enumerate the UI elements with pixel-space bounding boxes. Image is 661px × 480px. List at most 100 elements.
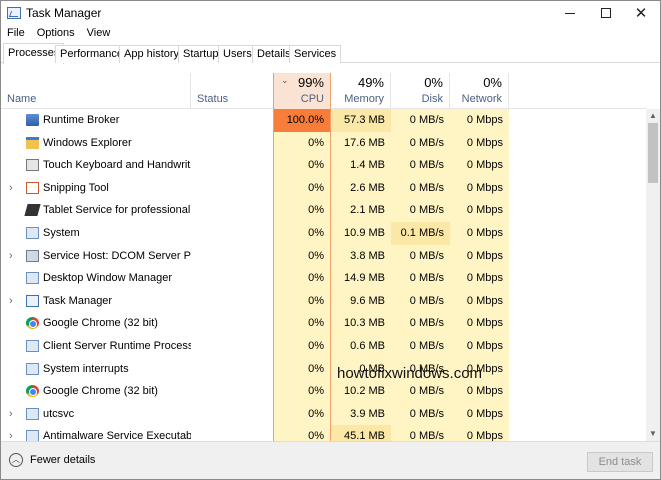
watermark: howtofixwindows.com [337,365,483,382]
fewer-details-label: Fewer details [30,454,96,466]
network-cell: 0 Mbps [450,267,509,290]
network-cell: 0 Mbps [450,244,509,268]
expand-chevron-icon[interactable]: › [9,403,13,425]
column-network[interactable]: 0% Network [450,73,509,109]
footer-bar: ︿ Fewer details End task [1,441,660,479]
end-task-button[interactable]: End task [587,452,653,472]
process-row[interactable]: System interrupts 0% 0 MB 0 MB/s 0 Mbps [1,357,646,381]
process-name: Snipping Tool [43,181,109,194]
process-row[interactable]: Tablet Service for professional d... 0% … [1,199,646,222]
cpu-cell: 0% [273,131,331,155]
scrollbar-thumb[interactable] [648,123,658,183]
process-row[interactable]: Google Chrome (32 bit) 0% 10.3 MB 0 MB/s… [1,312,646,335]
memory-cell: 9.6 MB [331,289,391,313]
process-name: Tablet Service for professional d... [43,204,191,217]
disk-cell: 0 MB/s [391,109,450,132]
expand-chevron-icon[interactable]: › [9,290,13,312]
disk-cell: 0 MB/s [391,335,450,358]
process-row[interactable]: Runtime Broker 100.0% 57.3 MB 0 MB/s 0 M… [1,109,646,132]
disk-total: 0% [424,75,443,90]
process-name: Antimalware Service Executable [43,430,191,441]
process-row[interactable]: Desktop Window Manager 0% 14.9 MB 0 MB/s… [1,267,646,290]
column-name[interactable]: Name [1,73,191,109]
process-row[interactable]: Touch Keyboard and Handwriti... 0% 1.4 M… [1,154,646,177]
network-cell: 0 Mbps [450,154,509,177]
process-name: Touch Keyboard and Handwriti... [43,159,191,172]
memory-cell: 2.6 MB [331,176,391,200]
process-row[interactable]: › Antimalware Service Executable 0% 45.1… [1,425,646,441]
tab-startup[interactable]: Startup [178,45,224,63]
header-filler [646,73,660,109]
close-button[interactable]: ✕ [622,1,660,25]
window-icon [26,272,39,285]
cpu-cell: 0% [273,176,331,200]
scroll-down-icon[interactable]: ▼ [646,427,660,441]
tab-services[interactable]: Services [289,45,342,63]
cpu-cell: 0% [273,222,331,245]
chrome-icon [26,385,39,398]
process-name: Client Server Runtime Process [43,340,191,352]
cpu-cell: 0% [273,335,331,358]
minimize-button[interactable] [551,1,589,25]
process-name-cell: Client Server Runtime Process [1,335,191,358]
title-bar: Task Manager ✕ [1,1,660,25]
column-cpu-label: CPU [300,93,324,105]
column-header-row: Name Status ⌄ 99% CPU 49% Memory 0% Disk… [1,73,646,109]
scroll-up-icon[interactable]: ▲ [646,109,660,123]
cpu-cell: 0% [273,357,331,381]
network-cell: 0 Mbps [450,131,509,155]
process-row[interactable]: Google Chrome (32 bit) 0% 10.2 MB 0 MB/s… [1,380,646,403]
vertical-scrollbar[interactable]: ▲ ▼ [646,109,660,441]
process-row[interactable]: › Snipping Tool 0% 2.6 MB 0 MB/s 0 Mbps [1,176,646,200]
maximize-button[interactable] [587,1,625,25]
expand-chevron-icon[interactable]: › [9,425,13,441]
process-name-cell: Desktop Window Manager [1,267,191,290]
network-cell: 0 Mbps [450,335,509,358]
cpu-cell: 0% [273,402,331,426]
tab-app-history[interactable]: App history [119,45,185,63]
cpu-cell: 0% [273,380,331,403]
column-status[interactable]: Status [191,73,273,109]
process-row[interactable]: System 0% 10.9 MB 0.1 MB/s 0 Mbps [1,222,646,245]
task-manager-window: Task Manager ✕ File Options View Process… [0,0,661,480]
cpu-cell: 0% [273,289,331,313]
disk-cell: 0 MB/s [391,289,450,313]
menu-bar: File Options View [1,25,660,43]
process-row[interactable]: Client Server Runtime Process 0% 0.6 MB … [1,335,646,358]
process-row[interactable]: › Task Manager 0% 9.6 MB 0 MB/s 0 Mbps [1,289,646,313]
disk-cell: 0 MB/s [391,244,450,268]
process-row[interactable]: › Service Host: DCOM Server Proc... 0% 3… [1,244,646,268]
tab-bar: Processes Performance App history Startu… [1,43,660,64]
menu-file[interactable]: File [1,25,31,43]
tab-performance[interactable]: Performance [55,45,128,63]
process-row[interactable]: › utcsvc 0% 3.9 MB 0 MB/s 0 Mbps [1,402,646,426]
keyboard-icon [26,159,39,172]
disk-cell: 0.1 MB/s [391,222,450,245]
column-cpu[interactable]: ⌄ 99% CPU [273,73,331,109]
expand-chevron-icon[interactable]: › [9,245,13,267]
process-name: Google Chrome (32 bit) [43,317,158,330]
window-title: Task Manager [26,6,102,20]
menu-options[interactable]: Options [31,25,81,43]
broker-icon [26,114,39,126]
fewer-details-button[interactable]: ︿ Fewer details [9,453,95,467]
tab-users[interactable]: Users [218,45,257,63]
network-cell: 0 Mbps [450,199,509,222]
process-name: Google Chrome (32 bit) [43,385,158,398]
process-list: Runtime Broker 100.0% 57.3 MB 0 MB/s 0 M… [1,109,646,441]
network-cell: 0 Mbps [450,402,509,426]
expand-chevron-icon[interactable]: › [9,177,13,199]
disk-cell: 0 MB/s [391,312,450,335]
memory-cell: 3.9 MB [331,402,391,426]
column-disk[interactable]: 0% Disk [391,73,450,109]
process-name-cell: › utcsvc [1,403,191,426]
cpu-cell: 0% [273,199,331,222]
menu-view[interactable]: View [81,25,117,43]
column-memory[interactable]: 49% Memory [331,73,391,109]
window-icon [26,362,39,375]
process-row[interactable]: Windows Explorer 0% 17.6 MB 0 MB/s 0 Mbp… [1,131,646,155]
memory-cell: 3.8 MB [331,244,391,268]
window-icon [26,430,39,441]
cpu-cell: 0% [273,244,331,268]
task-manager-icon [26,294,39,307]
